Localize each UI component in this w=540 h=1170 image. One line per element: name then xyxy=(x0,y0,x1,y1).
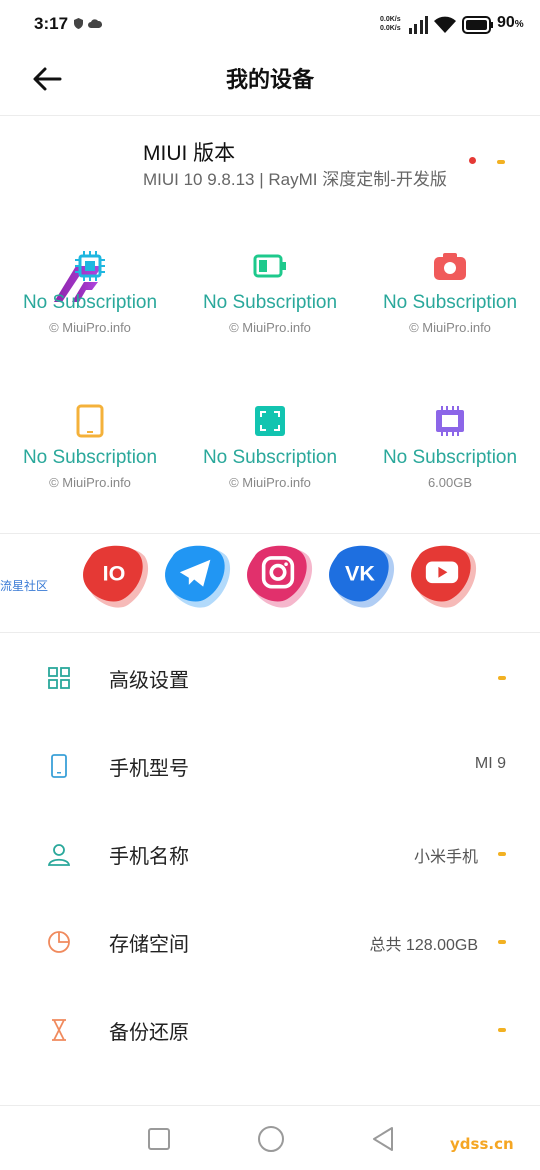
miui-version-row[interactable]: MIUI 版本 MIUI 10 9.8.13 | RayMI 深度定制-开发版 xyxy=(0,120,540,302)
wifi-icon xyxy=(434,16,456,33)
svg-text:VK: VK xyxy=(345,561,375,585)
more-dash xyxy=(498,940,506,944)
vk-icon[interactable]: VK xyxy=(324,540,396,610)
row-label: 手机名称 xyxy=(109,846,189,868)
watermark: ydss.cn xyxy=(450,1135,514,1153)
row-label: 高级设置 xyxy=(109,670,189,692)
back-button[interactable] xyxy=(366,1122,400,1156)
camera-icon xyxy=(434,253,466,280)
cell-subtitle: © MiuiPro.info xyxy=(229,475,311,490)
more-dash xyxy=(498,852,506,856)
community-link[interactable]: 流星社区 xyxy=(0,577,48,594)
shield-icon xyxy=(74,18,83,29)
svg-text:IO: IO xyxy=(103,561,126,585)
battery-percent: 90% xyxy=(497,14,524,31)
memory-icon xyxy=(436,406,464,436)
info-cell[interactable]: No Subscription © MiuiPro.info xyxy=(360,248,540,335)
row-value: 总共 128.00GB xyxy=(369,937,478,954)
network-speed: 0.0K/s 0.0K/s xyxy=(380,16,401,32)
settings-row[interactable]: 高级设置 xyxy=(0,634,540,722)
status-time: 3:17 xyxy=(34,14,69,33)
info-cell[interactable]: No Subscription © MiuiPro.info xyxy=(180,403,360,490)
row-value: 小米手机 xyxy=(413,849,478,866)
battery-status-icon xyxy=(462,16,493,34)
tablet-icon xyxy=(76,404,104,438)
cell-subtitle: © MiuiPro.info xyxy=(49,320,131,335)
cpu-icon xyxy=(75,251,105,281)
divider xyxy=(0,632,540,633)
more-dash xyxy=(498,1028,506,1032)
cell-caption: No Subscription xyxy=(22,292,158,313)
settings-row[interactable]: 手机型号 MI 9 xyxy=(0,722,540,810)
telegram-icon[interactable] xyxy=(160,540,232,610)
phone-icon xyxy=(51,754,67,778)
cell-caption: No Subscription xyxy=(382,447,518,468)
recents-button[interactable] xyxy=(142,1122,176,1156)
more-dash xyxy=(498,676,506,680)
cell-caption: No Subscription xyxy=(202,292,338,313)
hourglass-icon xyxy=(52,1019,66,1041)
person-icon xyxy=(47,844,71,866)
miui-version-text: MIUI 10 9.8.13 | RayMI 深度定制-开发版 xyxy=(143,170,447,189)
info-cell[interactable]: No Subscription © MiuiPro.info xyxy=(180,248,360,335)
signal-icon xyxy=(409,16,428,34)
cell-caption: No Subscription xyxy=(202,447,338,468)
cell-subtitle: © MiuiPro.info xyxy=(49,475,131,490)
divider xyxy=(0,115,540,116)
row-label: 存储空间 xyxy=(109,934,189,956)
update-dot xyxy=(469,157,476,164)
settings-row[interactable]: 备份还原 xyxy=(0,986,540,1074)
settings-row[interactable]: 存储空间 总共 128.00GB xyxy=(0,898,540,986)
cell-caption: No Subscription xyxy=(382,292,518,313)
screen-icon xyxy=(255,406,285,436)
row-label: 手机型号 xyxy=(109,758,189,780)
instagram-icon[interactable] xyxy=(242,540,314,610)
cell-subtitle: © MiuiPro.info xyxy=(229,320,311,335)
settings-row[interactable]: 手机名称 小米手机 xyxy=(0,810,540,898)
io-icon[interactable]: IO xyxy=(78,540,150,610)
youtube-icon[interactable] xyxy=(406,540,478,610)
grid-settings-icon xyxy=(48,667,70,689)
divider xyxy=(0,1105,540,1106)
home-button[interactable] xyxy=(254,1122,288,1156)
cell-caption: No Subscription xyxy=(22,447,158,468)
info-cell[interactable]: No Subscription 6.00GB xyxy=(360,403,540,490)
pie-storage-icon xyxy=(48,931,70,953)
miui-title: MIUI 版本 xyxy=(143,142,236,165)
divider xyxy=(0,533,540,534)
cell-subtitle: 6.00GB xyxy=(427,475,473,490)
cell-subtitle: © MiuiPro.info xyxy=(409,320,491,335)
cloud-icon xyxy=(88,19,102,28)
info-cell[interactable]: No Subscription © MiuiPro.info xyxy=(0,403,180,490)
page-title: 我的设备 xyxy=(225,67,314,92)
more-dash xyxy=(497,160,505,164)
info-cell[interactable]: No Subscription © MiuiPro.info xyxy=(0,248,180,335)
row-value: MI 9 xyxy=(474,755,506,772)
battery-icon xyxy=(253,254,286,278)
row-label: 备份还原 xyxy=(109,1022,189,1044)
